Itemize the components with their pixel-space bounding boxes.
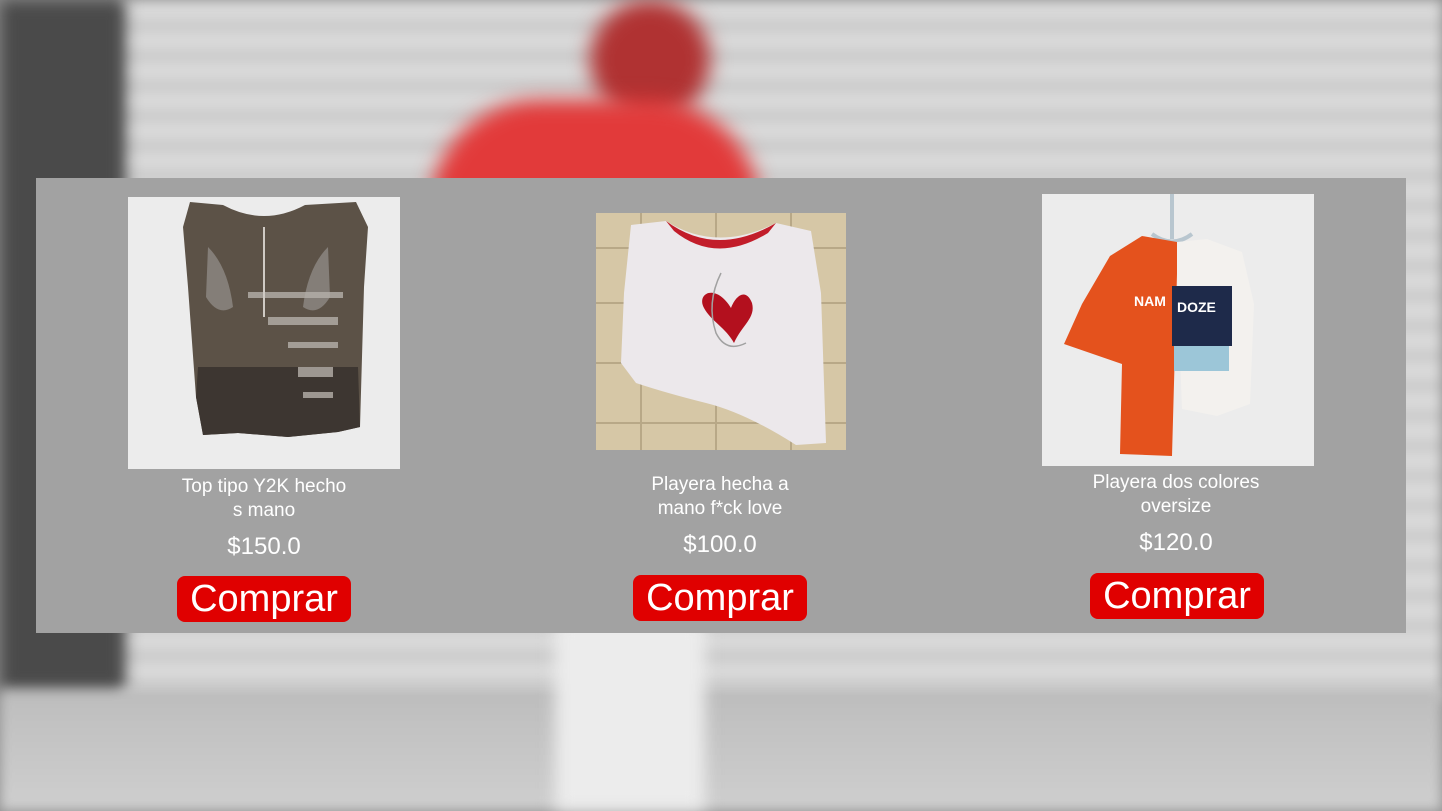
product-title-line: Top tipo Y2K hecho [181, 476, 347, 497]
product-image[interactable] [596, 213, 846, 450]
two-color-shirt-illustration: NAM DOZE [1042, 194, 1314, 466]
top-y2k-illustration [128, 197, 400, 469]
product-title-line: mano f*ck love [657, 498, 783, 519]
product-image[interactable] [128, 197, 400, 469]
background-person-legs [555, 620, 705, 811]
product-price: $120.0 [1139, 529, 1213, 556]
product-title-line: Playera hecha a [651, 474, 789, 495]
product-card: NAM DOZE Playera dos colores oversize $1… [948, 178, 1404, 633]
product-panel: Top tipo Y2K hecho s mano $150.0 Comprar [36, 178, 1406, 633]
buy-button[interactable]: Comprar [177, 576, 351, 622]
buy-button[interactable]: Comprar [1090, 573, 1264, 619]
product-price: $100.0 [683, 531, 757, 558]
product-image[interactable]: NAM DOZE [1042, 194, 1314, 466]
product-title-line: s mano [232, 500, 296, 521]
product-title-line: Playera dos colores [1092, 472, 1260, 493]
buy-button[interactable]: Comprar [633, 575, 807, 621]
print-text: NAM [1134, 293, 1166, 309]
product-title: Top tipo Y2K hecho s mano [36, 475, 492, 523]
product-title: Playera dos colores oversize [948, 471, 1404, 519]
product-price: $150.0 [227, 533, 301, 560]
background-floor [0, 690, 1442, 811]
product-title-line: oversize [1140, 496, 1212, 517]
love-shirt-illustration [596, 213, 846, 450]
print-text: DOZE [1177, 299, 1216, 315]
product-card: Playera hecha a mano f*ck love $100.0 Co… [492, 178, 948, 633]
product-card: Top tipo Y2K hecho s mano $150.0 Comprar [36, 178, 492, 633]
product-title: Playera hecha a mano f*ck love [492, 473, 948, 521]
